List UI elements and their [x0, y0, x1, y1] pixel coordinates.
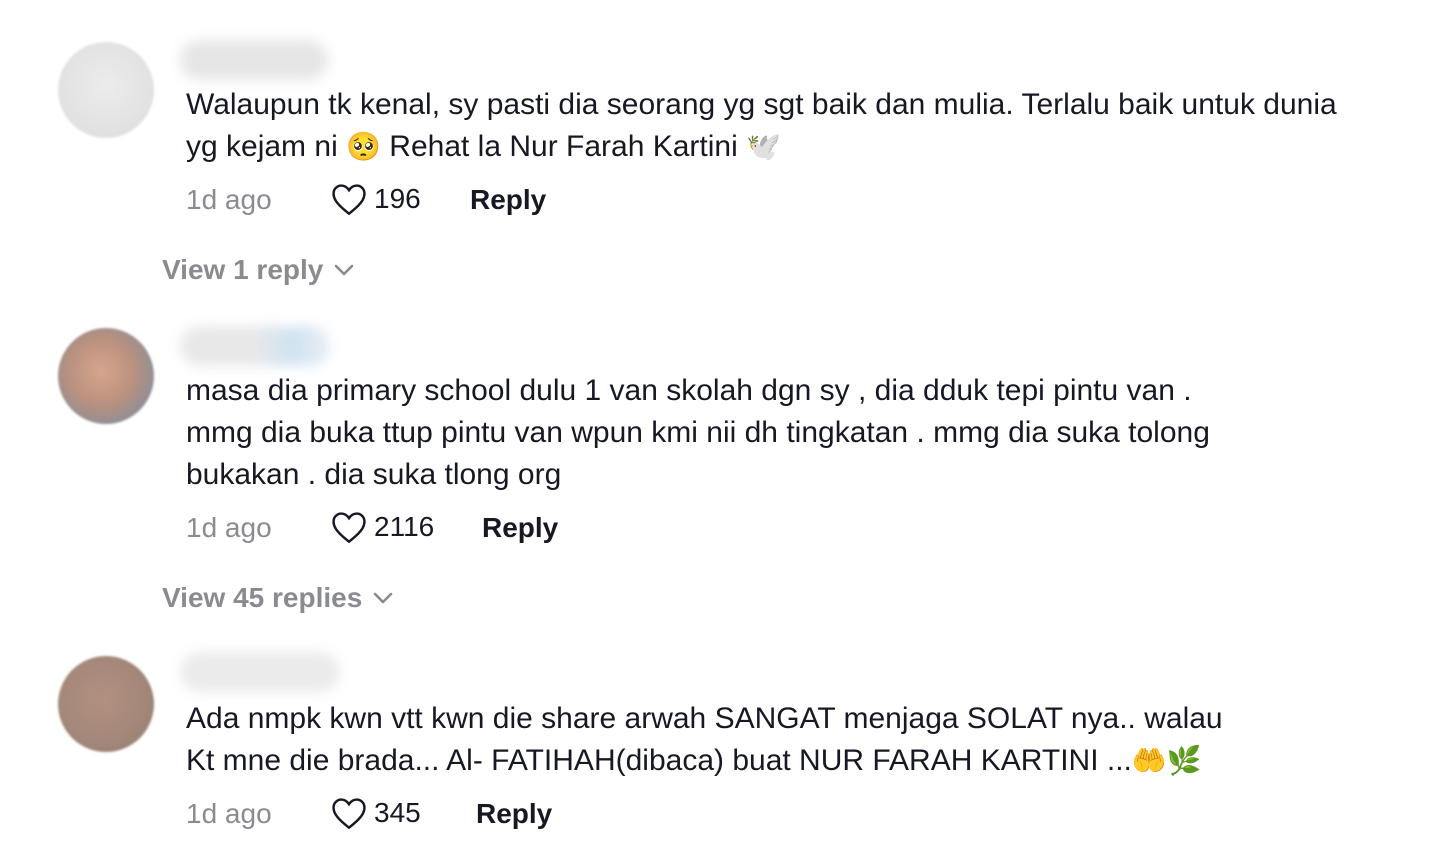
avatar[interactable] — [58, 328, 154, 424]
reply-button[interactable]: Reply — [476, 798, 552, 830]
heart-outline-icon — [332, 798, 366, 830]
chevron-down-icon — [373, 592, 393, 604]
avatar[interactable] — [58, 656, 154, 752]
chevron-down-icon — [335, 264, 354, 276]
view-replies-button[interactable]: View 45 replies — [162, 582, 394, 614]
username-blurred[interactable] — [180, 326, 330, 366]
view-replies-button[interactable]: View 1 reply — [162, 254, 355, 286]
like-count: 196 — [374, 183, 421, 214]
herb-emoji: 🌿 — [1166, 744, 1202, 777]
comment-text: Ada nmpk kwn vtt kwn die share arwah SAN… — [186, 702, 1223, 777]
comment-text: Walaupun tk kenal, sy pasti dia seorang … — [186, 88, 1337, 163]
heart-outline-icon — [332, 512, 366, 544]
like-count: 2116 — [374, 511, 435, 542]
reply-button[interactable]: Reply — [482, 512, 558, 544]
comment-text: masa dia primary school dulu 1 van skola… — [186, 374, 1210, 491]
pleading-face-emoji: 🥺 — [346, 130, 381, 163]
like-button[interactable]: 345 — [330, 796, 421, 830]
comment-meta: 1d ago 345 Reply — [186, 796, 686, 838]
username-blurred[interactable] — [180, 40, 328, 80]
heart-outline-icon — [332, 184, 366, 216]
like-button[interactable]: 2116 — [330, 510, 434, 544]
timestamp: 1d ago — [186, 512, 272, 543]
timestamp: 1d ago — [186, 798, 272, 829]
comment-meta: 1d ago 196 Reply — [186, 182, 686, 224]
avatar[interactable] — [58, 42, 154, 138]
like-count: 345 — [374, 797, 421, 828]
username-blurred[interactable] — [180, 652, 340, 692]
timestamp: 1d ago — [186, 184, 272, 215]
palms-up-emoji: 🤲 — [1131, 744, 1167, 777]
dove-emoji: 🕊️ — [746, 130, 781, 163]
comment-meta: 1d ago 2116 Reply — [186, 510, 686, 552]
like-button[interactable]: 196 — [330, 182, 421, 216]
reply-button[interactable]: Reply — [470, 184, 546, 216]
